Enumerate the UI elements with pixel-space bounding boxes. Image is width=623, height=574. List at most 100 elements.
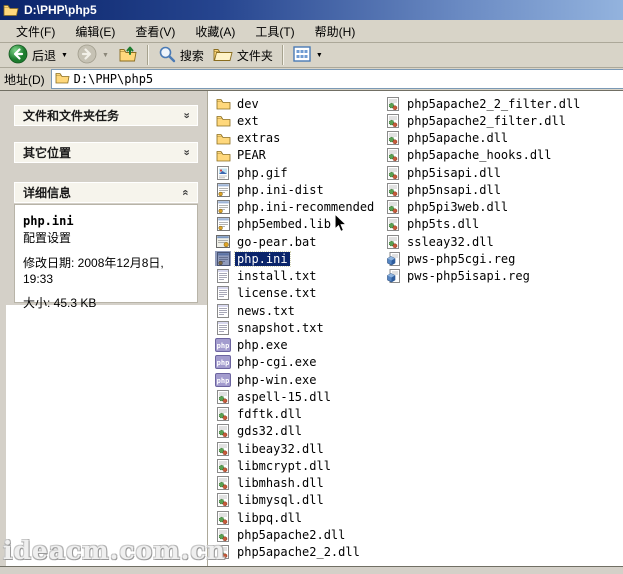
folder-open-icon: [3, 3, 19, 18]
file-name: install.txt: [235, 269, 318, 283]
file-item[interactable]: php.ini-dist: [215, 181, 385, 198]
dll-file-icon: [385, 234, 401, 249]
file-name: php5apache_hooks.dll: [405, 148, 554, 162]
file-item[interactable]: php5nsapi.dll: [385, 181, 623, 198]
views-button[interactable]: ▼: [289, 43, 327, 67]
panel-file-tasks[interactable]: 文件和文件夹任务 »: [14, 105, 198, 126]
file-item[interactable]: phpphp-win.exe: [215, 371, 385, 388]
file-item[interactable]: phpphp-cgi.exe: [215, 354, 385, 371]
forward-icon: [77, 44, 97, 67]
php-exe-icon: php: [215, 355, 231, 370]
file-item[interactable]: php5apache2_2.dll: [215, 544, 385, 561]
file-item[interactable]: php5apache2_filter.dll: [385, 112, 623, 129]
file-item[interactable]: php5embed.lib: [215, 216, 385, 233]
file-item[interactable]: install.txt: [215, 268, 385, 285]
file-name: ssleay32.dll: [405, 235, 496, 249]
views-dropdown-icon[interactable]: ▼: [316, 52, 323, 59]
file-item[interactable]: gds32.dll: [215, 423, 385, 440]
back-dropdown-icon[interactable]: ▼: [61, 52, 68, 59]
dll-file-icon: [385, 165, 401, 180]
menu-item-3[interactable]: 收藏(A): [185, 20, 245, 43]
details-filename: php.ini: [23, 214, 189, 228]
panel-other-places[interactable]: 其它位置 »: [14, 142, 198, 163]
dll-file-icon: [385, 131, 401, 146]
file-item[interactable]: go-pear.bat: [215, 233, 385, 250]
file-name: php5apache2_2_filter.dll: [405, 97, 582, 111]
file-item[interactable]: extras: [215, 130, 385, 147]
svg-text:php: php: [217, 359, 230, 367]
dll-file-icon: [385, 148, 401, 163]
file-item[interactable]: php5apache_hooks.dll: [385, 147, 623, 164]
chevron-down-icon[interactable]: »: [180, 112, 191, 118]
explorer-window: D:\PHP\php5 文件(F)编辑(E)查看(V)收藏(A)工具(T)帮助(…: [0, 0, 623, 574]
panel-details[interactable]: 详细信息 »: [14, 182, 198, 203]
file-item[interactable]: libmcrypt.dll: [215, 457, 385, 474]
text-file-icon: [215, 286, 231, 301]
file-item[interactable]: libeay32.dll: [215, 440, 385, 457]
address-label: 地址(D): [4, 71, 51, 88]
file-item[interactable]: news.txt: [215, 302, 385, 319]
file-item[interactable]: php5apache2_2_filter.dll: [385, 95, 623, 112]
dll-file-icon: [385, 182, 401, 197]
file-item[interactable]: phpphp.exe: [215, 337, 385, 354]
menu-item-2[interactable]: 查看(V): [125, 20, 185, 43]
menu-item-0[interactable]: 文件(F): [6, 20, 65, 43]
file-item[interactable]: PEAR: [215, 147, 385, 164]
file-item[interactable]: php5isapi.dll: [385, 164, 623, 181]
file-name: libmcrypt.dll: [235, 459, 333, 473]
file-name: libeay32.dll: [235, 442, 326, 456]
file-item[interactable]: libmhash.dll: [215, 475, 385, 492]
panel-title: 详细信息: [23, 184, 71, 201]
chevron-down-icon[interactable]: »: [180, 149, 191, 155]
menu-item-1[interactable]: 编辑(E): [65, 20, 125, 43]
back-button[interactable]: 后退 ▼: [4, 43, 72, 67]
file-name: php5apache2_2.dll: [235, 545, 362, 559]
file-item[interactable]: pws-php5isapi.reg: [385, 268, 623, 285]
php-exe-icon: php: [215, 372, 231, 387]
image-file-icon: [215, 165, 231, 180]
file-item[interactable]: php.ini: [215, 250, 385, 267]
file-name: news.txt: [235, 304, 297, 318]
folders-icon: [213, 46, 233, 65]
file-item[interactable]: php5ts.dll: [385, 216, 623, 233]
pane-divider[interactable]: [207, 91, 208, 566]
file-item[interactable]: php.gif: [215, 164, 385, 181]
file-item[interactable]: fdftk.dll: [215, 406, 385, 423]
file-item[interactable]: libmysql.dll: [215, 492, 385, 509]
file-item[interactable]: aspell-15.dll: [215, 388, 385, 405]
file-name: php.exe: [235, 338, 290, 352]
address-input[interactable]: D:\PHP\php5: [51, 69, 623, 89]
file-item[interactable]: php5pi3web.dll: [385, 199, 623, 216]
forward-dropdown-icon[interactable]: ▼: [102, 52, 109, 59]
search-button[interactable]: 搜索: [154, 43, 208, 67]
panel-title: 其它位置: [23, 144, 71, 161]
title-bar[interactable]: D:\PHP\php5: [0, 0, 623, 20]
file-item[interactable]: license.txt: [215, 285, 385, 302]
file-item[interactable]: php.ini-recommended: [215, 199, 385, 216]
file-name: snapshot.txt: [235, 321, 326, 335]
folder-up-icon: [118, 45, 138, 66]
file-name: gds32.dll: [235, 424, 304, 438]
file-item[interactable]: dev: [215, 95, 385, 112]
menu-item-5[interactable]: 帮助(H): [305, 20, 366, 43]
folders-button[interactable]: 文件夹: [209, 43, 277, 67]
file-item[interactable]: pws-php5cgi.reg: [385, 250, 623, 267]
dll-file-icon: [385, 200, 401, 215]
back-icon: [8, 44, 28, 67]
forward-button[interactable]: ▼: [73, 43, 113, 67]
dll-file-icon: [215, 493, 231, 508]
file-name: dev: [235, 97, 261, 111]
file-item[interactable]: php5apache2.dll: [215, 526, 385, 543]
menu-item-4[interactable]: 工具(T): [245, 20, 304, 43]
up-button[interactable]: [114, 43, 142, 67]
file-name: php.gif: [235, 166, 290, 180]
file-name: extras: [235, 131, 282, 145]
file-name: php.ini-recommended: [235, 200, 376, 214]
file-item[interactable]: php5apache.dll: [385, 130, 623, 147]
chevron-up-icon[interactable]: »: [180, 189, 191, 195]
file-item[interactable]: ssleay32.dll: [385, 233, 623, 250]
file-item[interactable]: ext: [215, 112, 385, 129]
file-item[interactable]: libpq.dll: [215, 509, 385, 526]
file-item[interactable]: snapshot.txt: [215, 319, 385, 336]
dll-file-icon: [215, 389, 231, 404]
